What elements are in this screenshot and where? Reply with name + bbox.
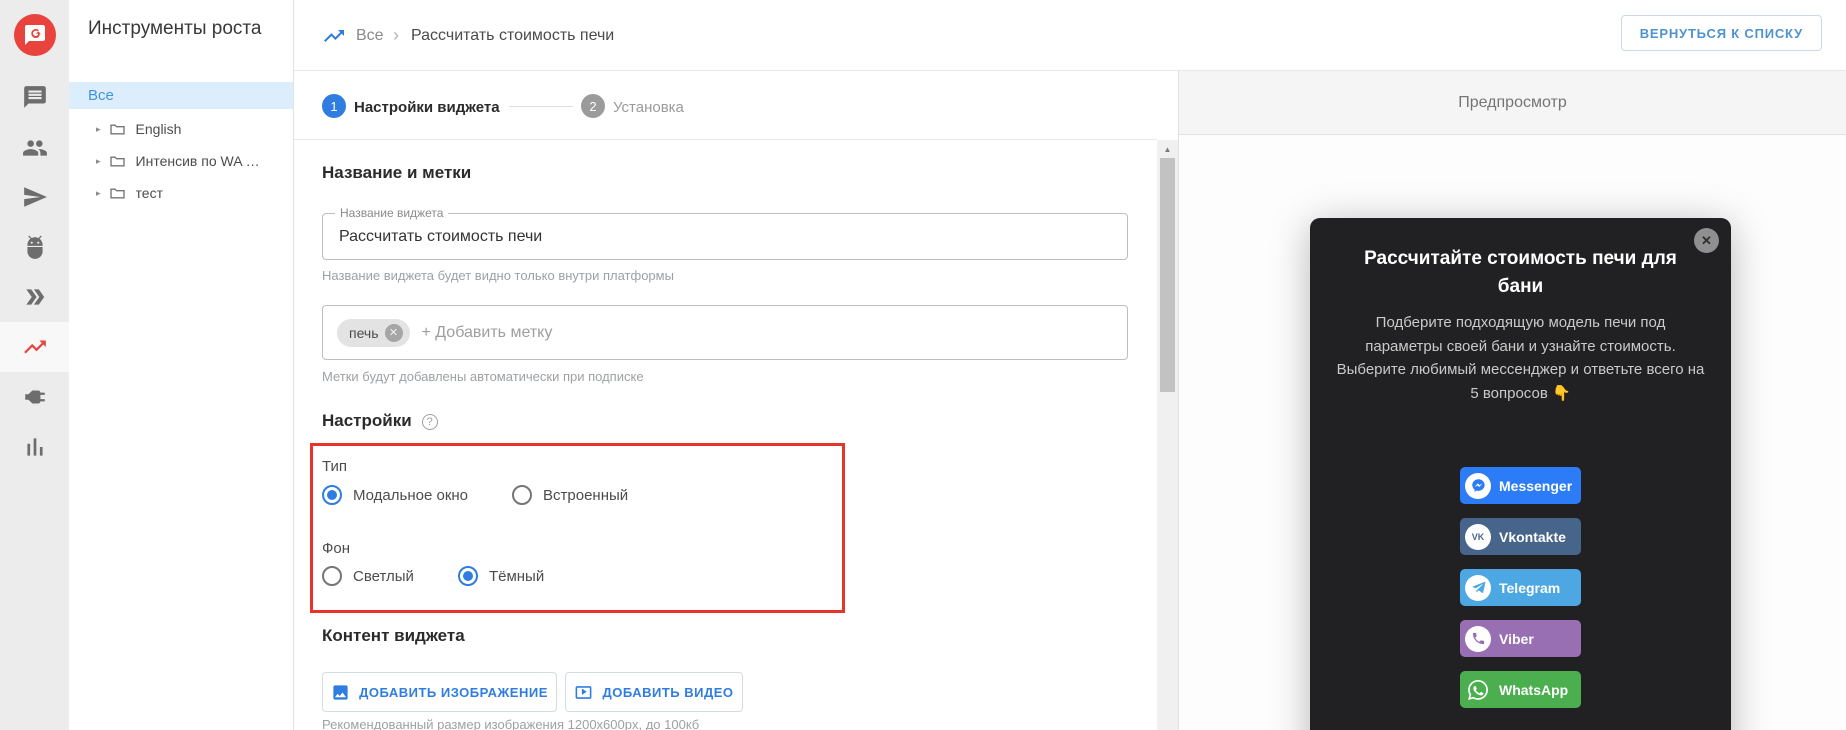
widget-settings-form: 1 Настройки виджета 2 Установка Название… [294,71,1157,730]
radio-light-label[interactable]: Светлый [353,568,414,585]
step-1-label[interactable]: Настройки виджета [354,99,500,116]
section-heading-name-tags: Название и метки [322,163,472,182]
folder-icon [109,155,125,167]
radio-modal-window-label[interactable]: Модальное окно [353,487,468,504]
sidebar-item-label: Интенсив по WA 0… [135,153,266,169]
add-image-button[interactable]: ДОБАВИТЬ ИЗОБРАЖЕНИЕ [322,672,557,712]
tag-chip-label: печь [349,324,379,341]
bar-chart-icon[interactable] [0,422,69,472]
tags-helper: Метки будут добавлены автоматически при … [322,369,644,384]
telegram-icon [1465,574,1491,601]
tag-chip: печь ✕ [337,318,410,347]
breadcrumb-root[interactable]: Все [356,27,384,45]
sidebar-item-label: English [135,121,182,137]
sidebar-item-english[interactable]: ▸ English [69,114,293,144]
chat-bubble-logo-icon [25,25,45,45]
top-bar: Все › Рассчитать стоимость печи ВЕРНУТЬС… [294,0,1846,71]
annotation-highlight-box [310,443,845,613]
back-to-list-button[interactable]: ВЕРНУТЬСЯ К СПИСКУ [1620,15,1822,51]
vk-icon: VK [1465,523,1491,550]
widget-description: Подберите подходящую модель печи под пар… [1336,314,1705,402]
trending-up-icon[interactable] [0,322,69,372]
step-1-circle[interactable]: 1 [322,94,346,118]
section-heading-settings: Настройки? [322,411,438,431]
sidebar: Инструменты роста Все ▸ English ▸ Интенс… [69,0,294,730]
widget-name-field: Название виджета [322,206,1128,260]
radio-dark-label[interactable]: Тёмный [489,568,544,585]
sidebar-title: Инструменты роста [88,18,262,39]
double-chevron-icon[interactable] [0,272,69,322]
icon-rail [0,0,69,730]
viber-icon [1465,625,1491,652]
tags-field: печь ✕ [322,305,1128,360]
sidebar-item-label: Все [88,87,114,104]
vkontakte-button[interactable]: VK Vkontakte [1460,518,1581,555]
preview-panel: Предпросмотр ✕ Рассчитайте стоимость печ… [1178,71,1846,730]
chat-bubble-icon[interactable] [0,72,69,122]
plug-icon[interactable] [0,372,69,422]
messenger-buttons: Messenger VK Vkontakte Telegram Viber Wh… [1310,467,1731,708]
background-radio-group: Светлый Тёмный [322,566,544,586]
radio-embedded-label[interactable]: Встроенный [543,487,628,504]
step-2-circle[interactable]: 2 [581,94,605,118]
robot-icon[interactable] [0,222,69,272]
widget-name-input[interactable] [339,214,1109,259]
add-tag-input[interactable] [421,323,722,342]
messenger-button[interactable]: Messenger [1460,467,1581,504]
app-root: Инструменты роста Все ▸ English ▸ Интенс… [0,0,1846,730]
widget-name-helper: Название виджета будет видно только внут… [322,268,674,283]
caret-icon[interactable]: ▸ [96,188,101,199]
breadcrumb-current: Рассчитать стоимость печи [411,27,615,44]
type-radio-group: Модальное окно Встроенный [322,485,628,505]
background-group-label: Фон [322,540,351,557]
telegram-button[interactable]: Telegram [1460,569,1581,606]
section-heading-content: Контент виджета [322,626,465,645]
messenger-icon [1465,472,1491,499]
trending-up-breadcrumb-icon [322,24,346,48]
stepper: 1 Настройки виджета 2 Установка [294,71,1157,140]
type-group-label: Тип [322,458,348,475]
widget-title: Рассчитайте стоимость печи для бани [1364,248,1677,297]
radio-light[interactable] [322,566,342,586]
add-video-button[interactable]: ДОБАВИТЬ ВИДЕО [565,672,743,712]
breadcrumb-separator-icon: › [393,25,399,45]
radio-dark[interactable] [457,566,478,586]
brand-logo[interactable] [14,14,56,56]
form-scrollbar[interactable]: ▲ [1157,140,1178,730]
radio-embedded[interactable] [512,485,533,505]
help-icon[interactable]: ? [421,414,438,430]
sidebar-item-all[interactable]: Все [69,82,293,109]
preview-body: ✕ Рассчитайте стоимость печи для бани По… [1179,135,1846,730]
sidebar-item-test[interactable]: ▸ тест [69,178,293,208]
whatsapp-icon [1465,677,1491,703]
sidebar-item-label: тест [135,185,163,201]
video-icon [576,685,592,699]
caret-icon[interactable]: ▸ [96,156,101,167]
preview-header: Предпросмотр [1179,71,1846,135]
whatsapp-button[interactable]: WhatsApp [1460,671,1581,708]
scrollbar-thumb[interactable] [1160,158,1175,392]
viber-button[interactable]: Viber [1460,620,1581,657]
image-size-helper: Рекомендованный размер изображения 1200x… [322,717,700,730]
paper-plane-icon[interactable] [0,172,69,222]
scrollbar-up-icon[interactable]: ▲ [1157,140,1178,158]
step-2-label[interactable]: Установка [613,99,684,116]
close-icon[interactable]: ✕ [1694,228,1719,253]
folder-icon [109,187,125,199]
caret-icon[interactable]: ▸ [96,124,101,135]
widget-preview-modal: ✕ Рассчитайте стоимость печи для бани По… [1310,218,1731,730]
sidebar-item-intensiv[interactable]: ▸ Интенсив по WA 0… [69,146,293,176]
stepper-connector [509,106,573,107]
radio-modal-window[interactable] [322,485,342,505]
people-icon[interactable] [0,123,69,173]
image-icon [333,684,348,700]
tag-remove-icon[interactable]: ✕ [384,323,403,342]
folder-icon [109,123,125,135]
